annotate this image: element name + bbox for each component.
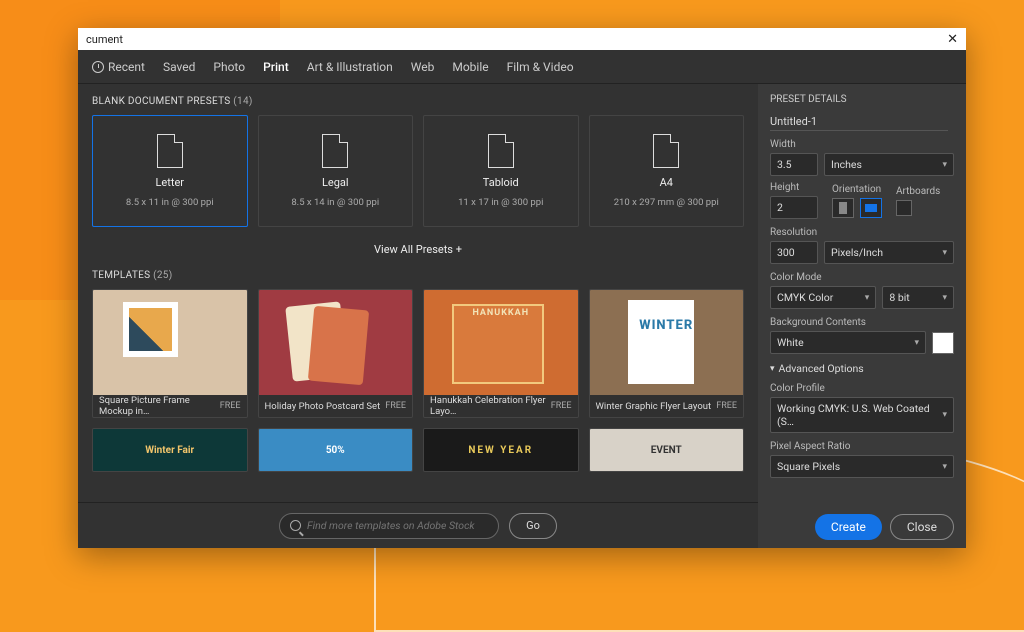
templates-grid: Square Picture Frame Mockup in…FREE Holi… (92, 289, 744, 472)
bg-contents-select[interactable]: White▾ (770, 331, 926, 354)
template-thumbnail: NEW YEAR (424, 429, 578, 471)
go-button[interactable]: Go (509, 513, 557, 539)
create-button[interactable]: Create (815, 514, 882, 540)
document-icon (157, 134, 183, 168)
width-unit-select[interactable]: Inches▾ (824, 153, 954, 176)
color-mode-label: Color Mode (770, 272, 954, 283)
panel-heading: PRESET DETAILS (770, 94, 847, 105)
blank-presets-heading: BLANK DOCUMENT PRESETS (14) (92, 96, 744, 107)
template-thumbnail: EVENT (590, 429, 744, 471)
chevron-down-icon: ▾ (942, 160, 947, 170)
pixel-aspect-label: Pixel Aspect Ratio (770, 441, 954, 452)
tab-photo[interactable]: Photo (213, 60, 245, 74)
document-icon (322, 134, 348, 168)
search-bar: Go (78, 502, 758, 548)
tab-mobile[interactable]: Mobile (452, 60, 488, 74)
template-thumbnail: Winter Fair (93, 429, 247, 471)
template-name: Winter Graphic Flyer Layout (596, 401, 712, 412)
tab-art-illustration[interactable]: Art & Illustration (307, 60, 393, 74)
template-thumbnail: WINTER (590, 290, 744, 395)
resolution-unit-select[interactable]: Pixels/Inch▾ (824, 241, 954, 264)
template-card[interactable]: Holiday Photo Postcard Set FREE (258, 289, 414, 418)
free-badge: FREE (716, 401, 737, 411)
template-card[interactable]: 50% (258, 428, 414, 472)
orientation-label: Orientation (832, 184, 882, 195)
titlebar: cument ✕ (78, 28, 966, 50)
template-card[interactable]: NEW YEAR (423, 428, 579, 472)
resolution-input[interactable] (770, 241, 818, 264)
bg-color-swatch[interactable] (932, 332, 954, 354)
width-input[interactable] (770, 153, 818, 176)
height-input[interactable] (770, 196, 818, 219)
document-name-input[interactable] (770, 113, 948, 131)
preset-letter[interactable]: Letter 8.5 x 11 in @ 300 ppi (92, 115, 248, 227)
template-thumbnail (259, 290, 413, 395)
caret-down-icon: ▾ (770, 364, 775, 374)
close-button[interactable]: Close (890, 514, 954, 540)
chevron-down-icon: ▾ (942, 462, 947, 472)
color-profile-label: Color Profile (770, 383, 954, 394)
free-badge: FREE (220, 401, 241, 411)
window-title: cument (86, 33, 123, 46)
search-icon (290, 520, 301, 531)
template-card[interactable]: EVENT (589, 428, 745, 472)
preset-tabloid[interactable]: Tabloid 11 x 17 in @ 300 ppi (423, 115, 579, 227)
preset-grid: Letter 8.5 x 11 in @ 300 ppi Legal 8.5 x… (92, 115, 744, 227)
chevron-down-icon: ▾ (914, 338, 919, 348)
recent-icon (92, 61, 104, 73)
chevron-down-icon: ▾ (942, 248, 947, 258)
template-card[interactable]: Winter Fair (92, 428, 248, 472)
chevron-down-icon: ▾ (942, 293, 947, 303)
template-name: Square Picture Frame Mockup in… (99, 395, 220, 417)
templates-heading: TEMPLATES (25) (92, 270, 744, 281)
search-input[interactable] (307, 519, 488, 532)
resolution-label: Resolution (770, 227, 954, 238)
advanced-options-toggle[interactable]: ▾ Advanced Options (770, 362, 954, 375)
template-name: Hanukkah Celebration Flyer Layo… (430, 395, 551, 417)
color-profile-select[interactable]: Working CMYK: U.S. Web Coated (S…▾ (770, 397, 954, 433)
category-tabs: Recent Saved Photo Print Art & Illustrat… (78, 50, 966, 84)
free-badge: FREE (385, 401, 406, 411)
tab-saved[interactable]: Saved (163, 60, 195, 74)
template-card[interactable]: HANUKKAH Hanukkah Celebration Flyer Layo… (423, 289, 579, 418)
bg-contents-label: Background Contents (770, 317, 954, 328)
search-field-wrap[interactable] (279, 513, 499, 539)
tab-recent[interactable]: Recent (92, 60, 145, 74)
preset-details-panel: PRESET DETAILS Width Inches▾ Height Orie… (758, 84, 966, 548)
tab-film-video[interactable]: Film & Video (507, 60, 574, 74)
template-name: Holiday Photo Postcard Set (265, 401, 381, 412)
chevron-down-icon: ▾ (865, 293, 870, 303)
color-mode-select[interactable]: CMYK Color▾ (770, 286, 876, 309)
orientation-landscape-button[interactable] (860, 198, 882, 218)
template-thumbnail: HANUKKAH (424, 290, 578, 395)
dialog-footer: Create Close (815, 514, 954, 540)
view-all-presets-link[interactable]: View All Presets + (92, 243, 744, 256)
new-document-dialog: cument ✕ Recent Saved Photo Print Art & … (78, 28, 966, 548)
preset-a4[interactable]: A4 210 x 297 mm @ 300 ppi (589, 115, 745, 227)
template-card[interactable]: WINTER Winter Graphic Flyer Layout FREE (589, 289, 745, 418)
pixel-aspect-select[interactable]: Square Pixels▾ (770, 455, 954, 478)
chevron-down-icon: ▾ (942, 410, 947, 420)
document-icon (653, 134, 679, 168)
close-icon[interactable]: ✕ (947, 32, 958, 47)
template-thumbnail (93, 290, 247, 395)
height-label: Height (770, 182, 818, 193)
free-badge: FREE (551, 401, 572, 411)
bit-depth-select[interactable]: 8 bit▾ (882, 286, 954, 309)
preset-legal[interactable]: Legal 8.5 x 14 in @ 300 ppi (258, 115, 414, 227)
width-label: Width (770, 139, 954, 150)
tab-web[interactable]: Web (411, 60, 435, 74)
template-thumbnail: 50% (259, 429, 413, 471)
artboards-label: Artboards (896, 186, 940, 197)
template-card[interactable]: Square Picture Frame Mockup in…FREE (92, 289, 248, 418)
tab-print[interactable]: Print (263, 60, 289, 74)
orientation-portrait-button[interactable] (832, 198, 854, 218)
document-icon (488, 134, 514, 168)
artboards-checkbox[interactable] (896, 200, 912, 216)
